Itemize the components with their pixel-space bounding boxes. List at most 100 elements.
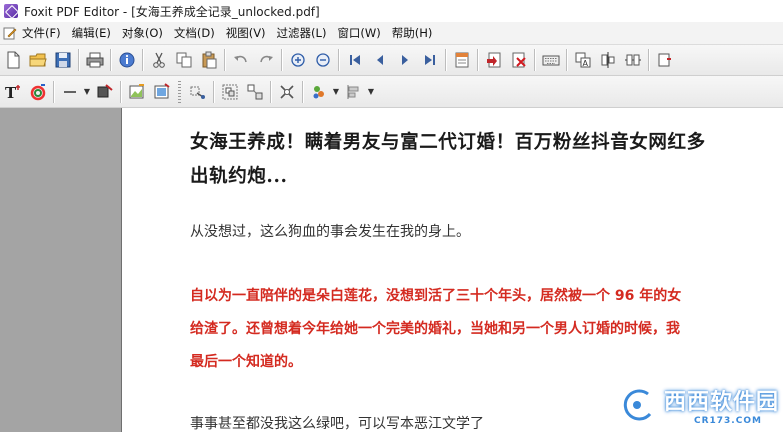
distribute-icon — [625, 54, 641, 66]
shape-fill-button[interactable] — [93, 80, 117, 104]
menu-bar: 文件(F) 编辑(E) 对象(O) 文档(D) 视图(V) 过滤器(L) 窗口(… — [0, 22, 783, 45]
last-page-button[interactable] — [418, 48, 442, 72]
toolbar-separator — [53, 80, 54, 103]
watermark-logo-icon — [621, 388, 653, 422]
insert-page-button[interactable] — [482, 48, 506, 72]
color-button[interactable] — [26, 80, 50, 104]
page-properties-icon — [455, 52, 469, 68]
align-icon — [601, 52, 615, 68]
title-line-2: 出轨约炮... — [190, 166, 288, 187]
keyboard-button[interactable] — [539, 48, 563, 72]
menu-object[interactable]: 对象(O) — [122, 25, 163, 41]
page-properties-button[interactable] — [450, 48, 474, 72]
image-object-button[interactable] — [150, 80, 174, 104]
more-button[interactable] — [653, 48, 677, 72]
menu-filter[interactable]: 过滤器(L) — [277, 25, 327, 41]
undo-button[interactable] — [229, 48, 253, 72]
text-tool-icon: A — [575, 52, 591, 68]
line-tool-button[interactable] — [58, 80, 82, 104]
delete-page-icon — [512, 52, 526, 68]
undo-icon — [234, 55, 247, 63]
cut-button[interactable] — [147, 48, 171, 72]
text-tool-button[interactable]: A — [571, 48, 595, 72]
line-dropdown-arrow[interactable]: ▼ — [82, 80, 92, 104]
edit-pen-icon — [3, 27, 17, 40]
first-page-button[interactable] — [343, 48, 367, 72]
toolbar-separator — [213, 80, 214, 103]
watermark-title: 西西软件园 — [663, 390, 779, 415]
insert-page-icon — [487, 52, 501, 68]
copy-button[interactable] — [172, 48, 196, 72]
next-page-button[interactable] — [393, 48, 417, 72]
align-dropdown-arrow[interactable]: ▼ — [366, 80, 376, 104]
redo-button[interactable] — [254, 48, 278, 72]
save-icon — [55, 52, 71, 68]
new-file-icon — [7, 51, 20, 69]
edit-image-icon — [129, 83, 144, 98]
menu-help[interactable]: 帮助(H) — [392, 25, 433, 41]
highlight-line-1: 自以为一直陪伴的是朵白莲花，没想到活了三十个年头，居然被一个 96 年的女 — [190, 288, 682, 304]
document-page[interactable]: 女海王养成！瞒着男友与富二代订婚！百万粉丝抖音女网红多 出轨约炮... 从没想过… — [122, 108, 783, 432]
prev-page-button[interactable] — [368, 48, 392, 72]
more-icon — [658, 53, 671, 67]
window-title: Foxit PDF Editor - [女海王养成全记录_unlocked.pd… — [24, 4, 320, 19]
link-button[interactable] — [186, 80, 210, 104]
toolbar-separator — [270, 80, 271, 103]
ungroup-icon — [247, 84, 263, 99]
menu-view[interactable]: 视图(V) — [226, 25, 266, 41]
zoom-in-icon — [291, 53, 305, 67]
print-icon — [86, 52, 104, 68]
layer-button[interactable] — [307, 80, 331, 104]
ungroup-button[interactable] — [243, 80, 267, 104]
toolbar-grip — [178, 80, 181, 103]
image-object-icon — [154, 82, 170, 98]
svg-text:A: A — [583, 59, 589, 68]
menu-edit[interactable]: 编辑(E) — [72, 25, 111, 41]
group-button[interactable] — [218, 80, 242, 104]
save-button[interactable] — [51, 48, 75, 72]
keyboard-icon — [542, 55, 560, 66]
group-icon — [222, 84, 238, 99]
menu-document[interactable]: 文档(D) — [174, 25, 215, 41]
paste-icon — [202, 51, 217, 69]
break-icon — [280, 84, 294, 99]
watermark-url: CR173.COM — [693, 416, 762, 426]
last-page-icon — [425, 55, 435, 65]
print-button[interactable] — [83, 48, 107, 72]
toolbar-separator — [534, 49, 535, 71]
menu-file[interactable]: 文件(F) — [22, 25, 61, 41]
zoom-out-button[interactable] — [311, 48, 335, 72]
toolbar-separator — [338, 49, 339, 71]
toolbar-separator — [142, 49, 143, 71]
title-line-1: 女海王养成！瞒着男友与富二代订婚！百万粉丝抖音女网红多 — [190, 132, 706, 153]
info-icon — [119, 52, 135, 68]
menu-window[interactable]: 窗口(W) — [337, 25, 380, 41]
open-folder-icon — [29, 53, 47, 67]
main-toolbar: A — [0, 45, 783, 76]
document-title: 女海王养成！瞒着男友与富二代订婚！百万粉丝抖音女网红多 出轨约炮... — [190, 126, 783, 194]
zoom-out-icon — [316, 53, 330, 67]
open-button[interactable] — [26, 48, 50, 72]
layer-dropdown-arrow[interactable]: ▼ — [331, 80, 341, 104]
align-object-button[interactable] — [342, 80, 366, 104]
distribute-button[interactable] — [621, 48, 645, 72]
cut-icon — [153, 52, 165, 68]
redo-icon — [260, 55, 273, 63]
svg-text:T: T — [5, 84, 17, 101]
highlight-line-2: 给渣了。还曾想着今年给她一个完美的婚礼，当她和另一个男人订婚的时候，我 — [190, 321, 680, 337]
align-object-icon — [347, 84, 359, 99]
break-apart-button[interactable] — [275, 80, 299, 104]
copy-icon — [176, 52, 192, 68]
title-bar: Foxit PDF Editor - [女海王养成全记录_unlocked.pd… — [0, 0, 783, 23]
toolbar-separator — [302, 80, 303, 103]
text-object-icon: T — [5, 84, 20, 101]
align-button[interactable] — [596, 48, 620, 72]
paste-button[interactable] — [197, 48, 221, 72]
info-button[interactable] — [115, 48, 139, 72]
zoom-in-button[interactable] — [286, 48, 310, 72]
first-page-icon — [350, 55, 360, 65]
text-object-button[interactable]: T — [1, 80, 25, 104]
delete-page-button[interactable] — [507, 48, 531, 72]
new-file-button[interactable] — [1, 48, 25, 72]
edit-image-button[interactable] — [125, 80, 149, 104]
